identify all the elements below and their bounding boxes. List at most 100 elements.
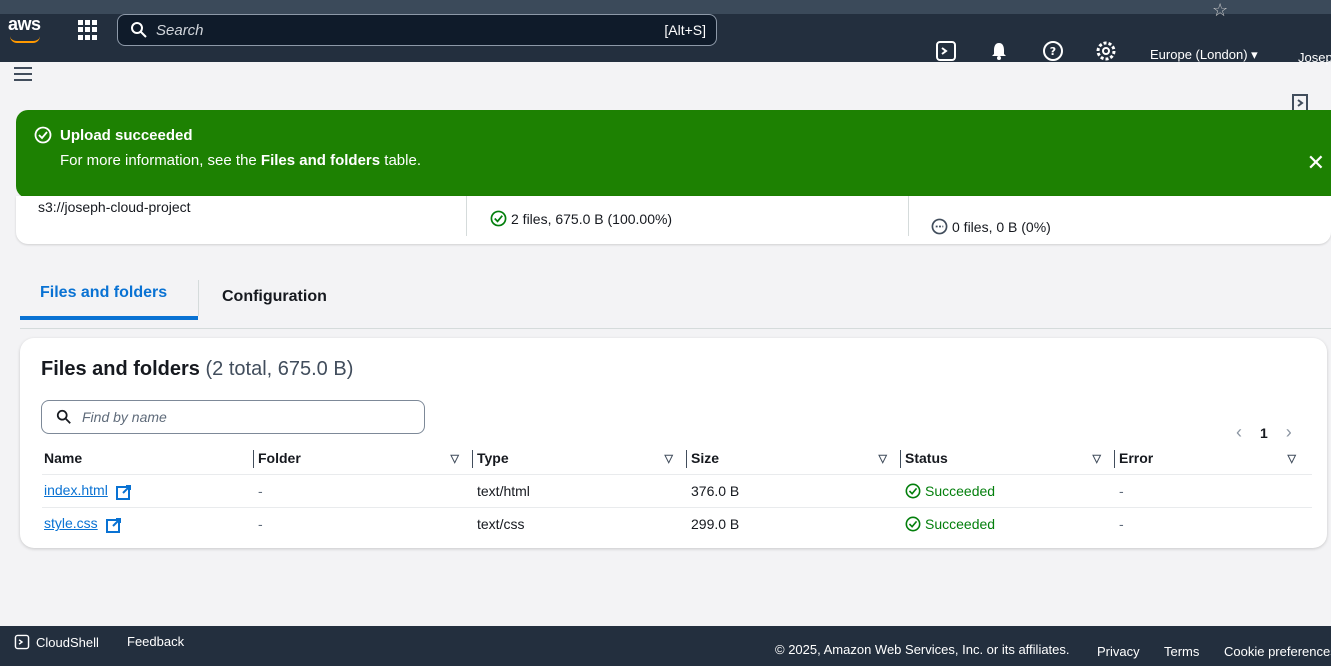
file-link[interactable]: index.html (44, 482, 108, 498)
top-navigation: ☆ aws Search [Alt+S] ? Europe (London) ▾… (0, 0, 1331, 65)
browser-strip (0, 0, 1331, 14)
column-resizer[interactable] (472, 450, 473, 468)
status-text: Succeeded (925, 483, 996, 499)
succeeded-value: 2 files, 675.0 B (100.00%) (511, 210, 673, 227)
succeeded-summary: 2 files, 675.0 B (100.00%) (490, 210, 672, 227)
column-status[interactable]: Status ▽ (903, 442, 1117, 475)
column-type[interactable]: Type ▽ (475, 442, 689, 475)
aws-logo-text: aws (8, 14, 41, 34)
destination-value: s3://joseph-cloud-project (38, 199, 191, 215)
column-folder[interactable]: Folder ▽ (256, 442, 475, 475)
cell-folder: - (256, 507, 475, 540)
svg-text:?: ? (1050, 45, 1056, 58)
help-icon[interactable]: ? (1042, 40, 1064, 62)
failed-value: 0 files, 0 B (0%) (952, 218, 1051, 235)
hamburger-menu-icon[interactable] (14, 66, 32, 82)
file-link[interactable]: style.css (44, 515, 98, 531)
summary-divider (908, 196, 909, 236)
cell-name: style.css (42, 507, 256, 540)
column-resizer[interactable] (1114, 450, 1115, 468)
flash-message-suffix: table. (380, 152, 421, 169)
notifications-bell-icon[interactable] (988, 40, 1010, 62)
cloudshell-icon (14, 634, 30, 650)
table-row: style.css - text/css 299.0 B Succeeded - (42, 507, 1312, 540)
cell-error: - (1117, 507, 1312, 540)
status-text: Succeeded (925, 516, 996, 532)
bookmark-star-icon[interactable]: ☆ (1212, 0, 1228, 21)
status-badge: Succeeded (905, 483, 1115, 499)
tab-divider (198, 280, 199, 316)
upload-success-flash: Upload succeeded For more information, s… (16, 110, 1331, 198)
sort-caret-icon[interactable]: ▽ (665, 452, 673, 465)
tab-files-and-folders[interactable]: Files and folders (19, 284, 199, 320)
column-resizer[interactable] (686, 450, 687, 468)
search-icon (131, 22, 147, 38)
cloudshell-button[interactable]: CloudShell (14, 634, 99, 650)
tabs-underline (20, 328, 1331, 329)
search-icon (56, 409, 71, 424)
dismiss-flash-close-icon[interactable]: ✕ (1307, 150, 1325, 176)
flash-title: Upload succeeded (60, 127, 193, 144)
cookie-preferences-link[interactable]: Cookie preferences (1224, 644, 1331, 659)
column-resizer[interactable] (900, 450, 901, 468)
card-title: Files and folders (41, 358, 200, 380)
cell-status: Succeeded (903, 507, 1117, 540)
copyright-text: © 2025, Amazon Web Services, Inc. or its… (775, 642, 1070, 657)
tab-configuration[interactable]: Configuration (222, 288, 327, 306)
find-by-name-input[interactable]: Find by name (41, 400, 425, 434)
sort-caret-icon[interactable]: ▽ (879, 452, 887, 465)
cell-size: 376.0 B (689, 474, 903, 508)
card-count: (2 total, 675.0 B) (205, 358, 354, 380)
upload-summary: s3://joseph-cloud-project 2 files, 675.0… (16, 196, 1331, 244)
cell-error: - (1117, 474, 1312, 508)
external-link-icon[interactable] (115, 484, 132, 500)
column-size[interactable]: Size ▽ (689, 442, 903, 475)
files-table: Name Folder ▽ Type ▽ Size ▽ Status ▽ Error ▽ … (42, 442, 1312, 540)
card-heading: Files and folders (2 total, 675.0 B) (41, 358, 353, 381)
settings-gear-icon[interactable] (1095, 40, 1117, 62)
terms-link[interactable]: Terms (1164, 644, 1199, 659)
chevron-left-icon[interactable]: ‹ (1236, 422, 1242, 443)
cell-size: 299.0 B (689, 507, 903, 540)
console-footer: CloudShell Feedback © 2025, Amazon Web S… (0, 626, 1331, 666)
flash-message: For more information, see the Files and … (60, 152, 421, 169)
cloudshell-icon[interactable] (935, 40, 957, 62)
aws-smile-icon (10, 36, 40, 43)
success-check-icon (905, 516, 921, 532)
success-check-icon (490, 210, 507, 227)
cell-folder: - (256, 474, 475, 508)
failed-minus-icon (931, 218, 948, 235)
filter-placeholder: Find by name (82, 409, 167, 425)
chevron-right-icon[interactable]: › (1286, 422, 1292, 443)
privacy-link[interactable]: Privacy (1097, 644, 1140, 659)
external-link-icon[interactable] (105, 517, 122, 533)
column-error[interactable]: Error ▽ (1117, 442, 1312, 475)
services-menu-icon[interactable] (78, 20, 98, 40)
cloudshell-label: CloudShell (36, 634, 99, 650)
flash-message-bold: Files and folders (260, 152, 381, 169)
search-shortcut: [Alt+S] (664, 22, 706, 38)
sort-caret-icon[interactable]: ▽ (1093, 452, 1101, 465)
sort-caret-icon[interactable]: ▽ (451, 452, 459, 465)
status-badge: Succeeded (905, 516, 1115, 532)
success-check-icon (905, 483, 921, 499)
cell-type: text/html (475, 474, 689, 508)
sort-caret-icon[interactable]: ▽ (1288, 452, 1296, 465)
region-selector[interactable]: Europe (London) ▾ (1150, 47, 1258, 63)
feedback-link[interactable]: Feedback (127, 634, 184, 649)
global-search-input[interactable]: Search [Alt+S] (117, 14, 717, 46)
account-menu[interactable]: Josep (1298, 50, 1331, 65)
cell-status: Succeeded (903, 474, 1117, 508)
success-check-icon (34, 126, 52, 144)
files-and-folders-card: Files and folders (2 total, 675.0 B) Fin… (20, 338, 1327, 548)
table-row: index.html - text/html 376.0 B Succeeded… (42, 474, 1312, 508)
cell-name: index.html (42, 474, 256, 508)
cell-type: text/css (475, 507, 689, 540)
failed-summary: 0 files, 0 B (0%) (931, 218, 1051, 235)
column-resizer[interactable] (253, 450, 254, 468)
flash-message-prefix: For more information, see the (60, 152, 261, 169)
search-placeholder: Search (156, 22, 204, 39)
page-number[interactable]: 1 (1260, 425, 1268, 441)
aws-logo[interactable]: aws (8, 14, 41, 43)
column-name[interactable]: Name (42, 442, 256, 475)
